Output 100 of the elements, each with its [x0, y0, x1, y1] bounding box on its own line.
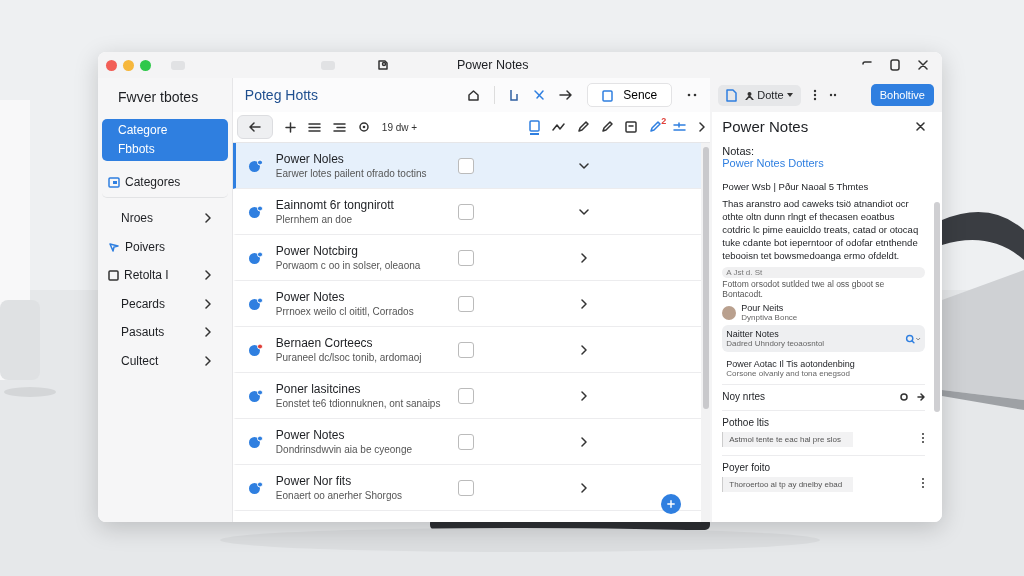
checkbox[interactable] — [457, 295, 474, 312]
sidebar-item[interactable]: Cultect — [102, 346, 228, 375]
home-icon[interactable] — [467, 88, 481, 102]
checkbox[interactable] — [457, 157, 474, 174]
note-row[interactable]: Eainnomt 6r tongnirott Plernhem an doe — [232, 189, 702, 235]
entry-subtitle: Dadred Uhndory teoaosntol — [726, 339, 826, 348]
frame-icon[interactable] — [625, 121, 638, 133]
sidebar-item[interactable]: Nroes — [102, 204, 228, 233]
close-icon[interactable] — [918, 60, 928, 70]
notes-title: Poteg Hotts — [244, 87, 319, 103]
note-subtitle: Porwaom c oo in solser, oleaona — [275, 260, 422, 271]
window-control-dot[interactable] — [106, 59, 117, 71]
sidebar-item[interactable]: Categore Fbbots — [102, 119, 228, 161]
sidebar-item[interactable]: Categores — [102, 167, 228, 198]
scrollbar-thumb[interactable] — [934, 202, 941, 412]
note-row[interactable]: Bernaen Corteecs Puraneel dc/lsoc tonib, ardomaoj — [232, 327, 702, 373]
chevron-right-icon — [203, 355, 212, 366]
pointer-icon — [108, 240, 120, 253]
cross-icon[interactable] — [533, 89, 546, 101]
toolbar-label: 19 dw + — [381, 121, 418, 133]
back-arrow-icon — [248, 122, 261, 132]
note-title: Power Notcbirg — [275, 244, 359, 258]
more-icon[interactable] — [828, 93, 839, 97]
chevron-right-icon[interactable] — [579, 344, 588, 355]
note-subtitle: Earwer lotes pailent ofrado toctins — [275, 168, 428, 179]
chevron-right-icon[interactable] — [698, 122, 707, 132]
note-row[interactable]: Power Notes Dondrinsdwvin aia be cyeonge — [232, 419, 702, 465]
chevron-right-icon[interactable] — [579, 252, 588, 263]
pen-icon[interactable] — [577, 121, 590, 133]
link[interactable]: Power Notes Dotters — [722, 157, 925, 169]
sidebar-item[interactable]: Retolta I — [102, 261, 228, 290]
pencil-icon[interactable] — [601, 121, 614, 133]
window-control-dot[interactable] — [123, 59, 134, 71]
checkbox[interactable] — [457, 203, 474, 220]
vertical-dots-icon[interactable] — [921, 476, 925, 489]
plus-icon[interactable] — [284, 121, 296, 133]
scrollbar-thumb[interactable] — [702, 147, 709, 409]
note-title: Eainnomt 6r tongnirott — [275, 198, 395, 212]
action-button[interactable]: Boholtive — [870, 84, 934, 106]
chevron-down-icon[interactable] — [578, 161, 589, 170]
vertical-dots-icon[interactable] — [921, 431, 925, 444]
sidebar-item[interactable]: Pasauts — [102, 318, 228, 347]
entry-title: Power Aotac Il Tis aotondenbing — [726, 359, 856, 369]
entry-item[interactable]: Power Aotac Il Tis aotondenbing Corsone olvanly and tona enegsod — [722, 355, 925, 382]
dropdown[interactable]: Dotte — [718, 84, 801, 106]
arrow-right-icon[interactable] — [559, 89, 574, 101]
chevron-right-icon — [203, 270, 212, 281]
sliders-icon[interactable] — [673, 121, 687, 133]
calendar-icon — [602, 88, 614, 102]
field-label: Notas: — [722, 145, 756, 157]
note-row[interactable]: Power Notcbirg Porwaom c oo in solser, oleaona — [232, 235, 702, 281]
search-icon[interactable] — [905, 333, 921, 344]
checkbox[interactable] — [457, 387, 474, 404]
indent-icon[interactable] — [332, 121, 346, 133]
note-row[interactable]: Poner lasitcines Eonstet te6 tdionnuknen, ont sanaips — [232, 373, 702, 419]
maximize-icon[interactable] — [890, 59, 900, 71]
chevron-right-icon[interactable] — [579, 482, 588, 493]
edit-icon[interactable] — [649, 121, 662, 133]
more-icon[interactable] — [686, 93, 699, 97]
note-subtitle: Prrnoex weilo cl oititl, Corrados — [275, 306, 415, 317]
sidebar-item[interactable]: Poivers — [102, 232, 228, 261]
note-icon[interactable] — [529, 119, 541, 135]
note-title: Bernaen Corteecs — [275, 336, 374, 350]
note-row[interactable]: Power Noles Earwer lotes pailent ofrado toctins — [232, 143, 702, 189]
entry-subtitle: Corsone olvanly and tona enegsod — [726, 369, 851, 378]
note-row[interactable]: Power Notes Prrnoex weilo cl oititl, Corrados — [232, 281, 702, 327]
bracket-icon[interactable] — [509, 89, 520, 101]
arrow-right-icon[interactable] — [917, 392, 925, 401]
entry-item[interactable]: Naitter Notes Dadred Uhndory teoaosntol — [722, 325, 925, 352]
close-icon[interactable] — [916, 122, 925, 131]
note-title: Poner lasitcines — [275, 382, 362, 396]
add-button[interactable] — [661, 494, 682, 514]
app-title: Fwver tbotes — [117, 88, 200, 107]
chevron-right-icon[interactable] — [579, 436, 588, 447]
chevron-right-icon — [203, 298, 212, 309]
sidebar-item[interactable]: Pecards — [102, 289, 228, 318]
note-title: Power Noles — [275, 152, 345, 166]
chevron-down-icon[interactable] — [578, 207, 589, 216]
window-control-dot[interactable] — [140, 59, 151, 71]
chevron-right-icon[interactable] — [579, 390, 588, 401]
note-title: Power Nor fits — [275, 474, 353, 488]
save-button[interactable]: Sence — [587, 83, 673, 107]
badge-count: 2 — [661, 116, 667, 126]
checkbox[interactable] — [457, 249, 474, 266]
checkbox[interactable] — [457, 341, 474, 358]
checkbox[interactable] — [457, 433, 474, 450]
chevron-right-icon[interactable] — [579, 298, 588, 309]
note-title: Power Notes — [275, 290, 346, 304]
vertical-dots-icon[interactable] — [812, 89, 817, 101]
note-subtitle: Dondrinsdwvin aia be cyeonge — [275, 444, 414, 455]
author-name: Pour Neits — [741, 303, 785, 313]
document-icon — [377, 59, 389, 71]
comment-text: Astmol tente te eac hal pre slos — [722, 432, 853, 447]
list-icon[interactable] — [307, 121, 321, 133]
back-button[interactable] — [236, 115, 273, 139]
author-role: Dynptiva Bonce — [741, 313, 798, 322]
wave-icon[interactable] — [552, 122, 566, 132]
avatar — [722, 305, 737, 320]
dropdown-label: Dotte — [757, 89, 784, 101]
checkbox[interactable] — [457, 479, 474, 496]
